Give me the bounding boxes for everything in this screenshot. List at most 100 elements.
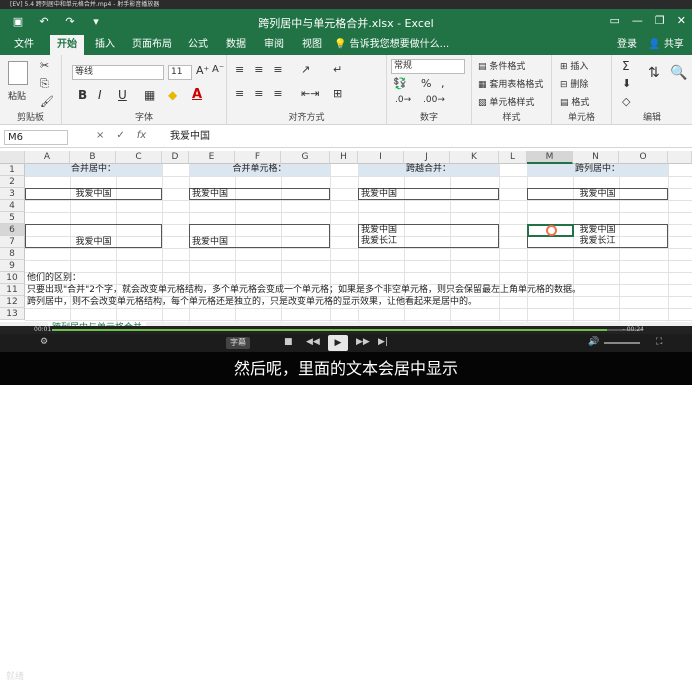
tab-page-layout[interactable]: 页面布局 (128, 35, 176, 55)
header-center-across[interactable]: 跨列居中： (527, 164, 668, 176)
insert-function-icon[interactable]: fx (137, 130, 146, 141)
select-all-corner[interactable] (0, 151, 25, 164)
cell-a12[interactable]: 跨列居中，则不会改变单元格结构，每个单元格还是独立的，只是改变单元格的显示效果，… (27, 297, 477, 308)
sort-filter-icon[interactable]: ⇅ (648, 65, 660, 81)
worksheet-grid[interactable]: A B C D E F G H I J K L M N O 1 2 3 4 5 … (0, 151, 692, 326)
share-button[interactable]: 👤 共享 (644, 35, 688, 55)
increase-font-icon[interactable]: A⁺ (196, 64, 209, 77)
row-header-4[interactable]: 4 (0, 200, 25, 212)
clear-icon[interactable]: ◇ (622, 95, 630, 108)
cell-a10[interactable]: 他们的区别： (27, 273, 81, 284)
volume-slider[interactable] (604, 342, 640, 344)
cell-b3[interactable]: 我爱中国 (25, 188, 162, 200)
ribbon-options-icon[interactable]: ▭ (610, 14, 620, 27)
row-header-6[interactable]: 6 (0, 224, 25, 236)
forward-icon[interactable]: ▶▶ (356, 337, 370, 347)
volume-icon[interactable]: 🔊 (588, 337, 599, 347)
row-header-11[interactable]: 11 (0, 284, 25, 296)
col-header-d[interactable]: D (162, 151, 189, 164)
italic-button[interactable]: I (98, 88, 102, 102)
fullscreen-icon[interactable]: ⛶ (656, 337, 662, 347)
tab-home[interactable]: 开始 (50, 35, 84, 55)
cell-e3[interactable]: 我爱中国 (189, 188, 330, 200)
paste-button[interactable] (8, 61, 28, 88)
number-format-select[interactable]: 常规 (391, 59, 465, 74)
tab-insert[interactable]: 插入 (88, 35, 122, 55)
header-merge-center[interactable]: 合并居中： (25, 164, 162, 176)
underline-button[interactable]: U (118, 88, 127, 102)
col-header-n[interactable]: N (573, 151, 619, 164)
row-header-3[interactable]: 3 (0, 188, 25, 200)
delete-cells-button[interactable]: ⊟ 删除 (560, 77, 588, 90)
col-header-o[interactable]: O (619, 151, 668, 164)
tab-review[interactable]: 审阅 (258, 35, 290, 55)
increase-decimal-icon[interactable]: .0→ (395, 95, 411, 105)
table-format-button[interactable]: ▦ 套用表格格式 (478, 77, 543, 90)
col-header-j[interactable]: J (404, 151, 450, 164)
col-header-m[interactable]: M (527, 151, 573, 164)
rewind-icon[interactable]: ◀◀ (306, 337, 320, 347)
tab-file[interactable]: 文件 (8, 35, 40, 55)
fill-icon[interactable]: ⬇ (622, 77, 631, 90)
col-header-i[interactable]: I (358, 151, 404, 164)
cell-i3[interactable]: 我爱中国 (358, 188, 499, 200)
font-name-select[interactable]: 等线 (72, 65, 164, 80)
col-header-l[interactable]: L (499, 151, 527, 164)
col-header-c[interactable]: C (116, 151, 162, 164)
name-box[interactable]: M6 (4, 130, 68, 145)
tab-data[interactable]: 数据 (220, 35, 252, 55)
play-pause-button[interactable]: ▶ (328, 335, 348, 351)
row-header-2[interactable]: 2 (0, 176, 25, 188)
row-header-12[interactable]: 12 (0, 296, 25, 308)
border-icon[interactable]: ▦ (144, 88, 155, 102)
cell-e6-merged[interactable]: 我爱中国 (189, 224, 330, 248)
cell-b6-merged[interactable]: 我爱中国 (25, 224, 162, 248)
header-merge-across[interactable]: 跨越合并： (358, 164, 499, 176)
col-header-a[interactable]: A (25, 151, 70, 164)
comma-icon[interactable]: , (441, 77, 445, 90)
row-header-10[interactable]: 10 (0, 272, 25, 284)
cell-i6-merged[interactable]: 我爱中国 我爱长江 (358, 224, 499, 248)
formula-input[interactable]: 我爱中国 (165, 130, 692, 145)
currency-icon[interactable]: 💱 (393, 77, 407, 90)
vertical-align-icons[interactable]: ≡≡≡ (235, 63, 293, 76)
fill-color-icon[interactable]: ◆ (168, 88, 177, 102)
col-header-e[interactable]: E (189, 151, 235, 164)
insert-cells-button[interactable]: ⊞ 插入 (560, 59, 588, 72)
stop-icon[interactable]: ■ (284, 337, 293, 347)
cancel-icon[interactable]: × (96, 130, 104, 141)
format-cells-button[interactable]: ▤ 格式 (560, 95, 589, 108)
merge-center-icon[interactable]: ⊞ (333, 87, 342, 100)
progress-track[interactable] (52, 329, 642, 331)
header-merge-cells[interactable]: 合并单元格： (189, 164, 330, 176)
row-header-5[interactable]: 5 (0, 212, 25, 224)
font-size-select[interactable]: 11 (168, 65, 192, 80)
col-header-h[interactable]: H (330, 151, 358, 164)
subtitle-button[interactable]: 字幕 (226, 337, 250, 349)
copy-icon[interactable]: ⎘ (40, 77, 49, 91)
sign-in-link[interactable]: 登录 (612, 35, 642, 55)
horizontal-align-icons[interactable]: ≡≡≡ (235, 87, 293, 100)
percent-icon[interactable]: % (421, 77, 431, 90)
font-color-icon[interactable]: A (192, 87, 202, 102)
col-header-k[interactable]: K (450, 151, 499, 164)
indent-icon[interactable]: ⇤⇥ (301, 87, 319, 100)
tell-me-box[interactable]: 💡 告诉我您想要做什么... (334, 35, 474, 55)
tab-formulas[interactable]: 公式 (182, 35, 214, 55)
cut-icon[interactable]: ✂ (40, 59, 49, 72)
wrap-text-icon[interactable]: ↵ (333, 63, 342, 76)
decrease-font-icon[interactable]: A⁻ (212, 64, 224, 75)
orientation-icon[interactable]: ↗ (301, 63, 310, 76)
row-header-8[interactable]: 8 (0, 248, 25, 260)
minimize-icon[interactable]: — (632, 14, 643, 27)
close-icon[interactable]: ✕ (677, 14, 686, 27)
row-header-9[interactable]: 9 (0, 260, 25, 272)
tab-view[interactable]: 视图 (296, 35, 328, 55)
cell-n3[interactable]: 我爱中国 (527, 188, 668, 200)
bold-button[interactable]: B (78, 88, 87, 102)
format-painter-icon[interactable]: 🖌 (40, 95, 54, 108)
row-header-7[interactable]: 7 (0, 236, 25, 248)
cell-a11[interactable]: 只要出现"合并"2个字，就会改变单元格结构，多个单元格会变成一个单元格；如果是多… (27, 285, 581, 296)
next-icon[interactable]: ▶| (378, 337, 388, 347)
maximize-icon[interactable]: ❐ (655, 14, 665, 27)
